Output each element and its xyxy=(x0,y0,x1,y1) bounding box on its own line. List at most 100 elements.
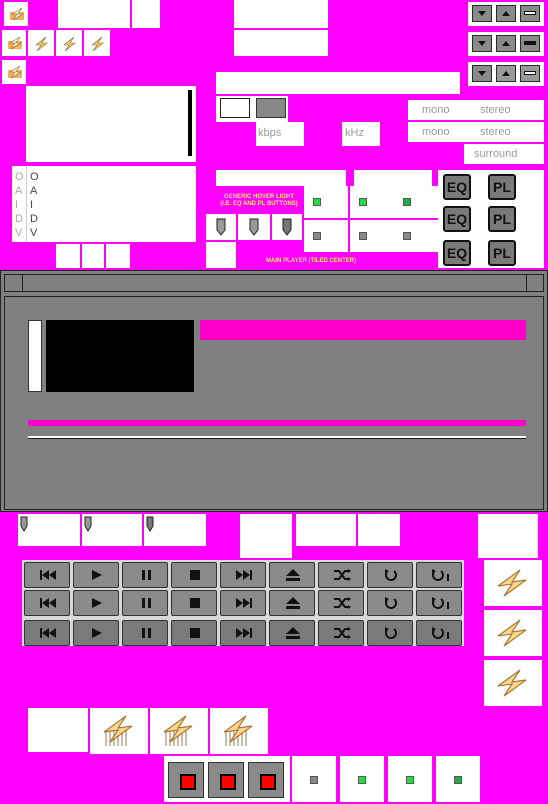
stereo-label-1: stereo xyxy=(480,104,511,116)
blank-box xyxy=(206,242,236,268)
pl-button[interactable]: PL xyxy=(488,174,516,200)
led-box xyxy=(388,756,432,802)
visualizer-preview xyxy=(26,86,196,162)
mono-label-1: mono xyxy=(422,104,450,116)
slider-thumb-icon[interactable] xyxy=(20,516,28,532)
shade-button[interactable] xyxy=(496,35,516,52)
shuffle-button[interactable] xyxy=(318,562,364,588)
status-indicator xyxy=(248,762,284,798)
prev-button[interactable] xyxy=(24,562,70,588)
mono-label-2: mono xyxy=(422,126,450,138)
clutterbar-option-v[interactable]: V xyxy=(15,226,24,240)
slider-thumb-icon[interactable] xyxy=(216,218,226,236)
winamp-lightning-icon xyxy=(10,7,25,21)
winamp-lightning-icon xyxy=(8,65,23,79)
shade-button[interactable] xyxy=(496,65,516,82)
play-button[interactable] xyxy=(73,590,119,616)
shuffle-button[interactable] xyxy=(318,620,364,646)
clutterbar-option-a[interactable]: A xyxy=(30,184,39,198)
shuffle-icon xyxy=(334,597,351,609)
repeat-icon xyxy=(385,627,397,639)
seek-line[interactable] xyxy=(28,436,526,439)
clutterbar-option-o[interactable]: O xyxy=(30,170,39,184)
repeat-one-button[interactable] xyxy=(416,620,462,646)
stop-icon xyxy=(190,570,200,580)
repeat-button[interactable] xyxy=(367,562,413,588)
pause-button[interactable] xyxy=(122,562,168,588)
close-button[interactable] xyxy=(520,35,540,52)
stop-icon xyxy=(190,598,200,608)
prev-button[interactable] xyxy=(24,590,70,616)
stereo-label-2: stereo xyxy=(480,126,511,138)
repeat-button[interactable] xyxy=(367,590,413,616)
eject-button[interactable] xyxy=(269,620,315,646)
stereo-indicator-on xyxy=(256,98,286,118)
eq-button[interactable]: EQ xyxy=(443,240,471,266)
pause-button[interactable] xyxy=(122,620,168,646)
minimize-button[interactable] xyxy=(472,5,492,22)
stop-button[interactable] xyxy=(171,620,217,646)
play-button[interactable] xyxy=(73,620,119,646)
led-box xyxy=(350,220,394,252)
clutterbar-option-i[interactable]: I xyxy=(15,198,24,212)
winamp-lightning-icon[interactable] xyxy=(494,566,530,600)
slider-thumb-icon[interactable] xyxy=(146,516,154,532)
close-button[interactable] xyxy=(520,65,540,82)
slider-thumb-icon[interactable] xyxy=(84,516,92,532)
position-bar-strip-2 xyxy=(354,170,432,186)
pause-button[interactable] xyxy=(122,590,168,616)
titlebar-right-divider xyxy=(526,274,527,292)
titlebar-piece-2 xyxy=(132,0,160,28)
minimize-button[interactable] xyxy=(472,35,492,52)
repeat-one-icon xyxy=(432,569,449,581)
eq-button[interactable]: EQ xyxy=(443,206,471,232)
play-button[interactable] xyxy=(73,562,119,588)
next-button[interactable] xyxy=(220,562,266,588)
winamp-lightning-icon[interactable] xyxy=(494,616,530,650)
led-box xyxy=(350,186,394,218)
titlebar-piece-3 xyxy=(234,0,328,28)
eject-button[interactable] xyxy=(269,590,315,616)
song-title-ticker[interactable] xyxy=(200,320,526,340)
status-indicator xyxy=(168,762,204,798)
stop-button[interactable] xyxy=(171,590,217,616)
prev-icon xyxy=(40,628,56,638)
pl-button[interactable]: PL xyxy=(488,206,516,232)
clutterbar-option-i[interactable]: I xyxy=(30,198,39,212)
position-bar-strip-1 xyxy=(216,170,346,186)
minimize-button[interactable] xyxy=(472,65,492,82)
next-button[interactable] xyxy=(220,590,266,616)
shuffle-button[interactable] xyxy=(318,590,364,616)
repeat-one-button[interactable] xyxy=(416,562,462,588)
repeat-one-icon xyxy=(432,627,449,639)
clutterbar-col-2: O A I D V xyxy=(30,170,39,240)
slider-thumb-icon[interactable] xyxy=(282,218,292,236)
titlebar-piece-4 xyxy=(234,30,328,56)
stop-button[interactable] xyxy=(171,562,217,588)
pause-icon xyxy=(142,570,151,580)
winamp-lightning-icon[interactable] xyxy=(494,666,530,700)
repeat-icon xyxy=(385,597,397,609)
clutterbar-option-d[interactable]: D xyxy=(15,212,24,226)
clutterbar-option-v[interactable]: V xyxy=(30,226,39,240)
play-icon xyxy=(92,628,102,638)
eject-button[interactable] xyxy=(269,562,315,588)
repeat-button[interactable] xyxy=(367,620,413,646)
prev-button[interactable] xyxy=(24,620,70,646)
clutterbar-option-a[interactable]: A xyxy=(15,184,24,198)
next-button[interactable] xyxy=(220,620,266,646)
hover-caption: GENERIC HOVER LIGHT (I.E. EQ AND PL BUTT… xyxy=(214,194,304,208)
clutterbar-option-o[interactable]: O xyxy=(15,170,24,184)
repeat-one-button[interactable] xyxy=(416,590,462,616)
slider-thumb-icon[interactable] xyxy=(249,218,259,236)
led-box xyxy=(304,220,348,252)
pl-button[interactable]: PL xyxy=(488,240,516,266)
main-player-titlebar xyxy=(4,274,544,292)
clutterbar-option-d[interactable]: D xyxy=(30,212,39,226)
close-button[interactable] xyxy=(520,5,540,22)
volume-slider[interactable] xyxy=(28,320,42,392)
hover-caption-line-1: GENERIC HOVER LIGHT xyxy=(223,194,294,200)
shade-button[interactable] xyxy=(496,5,516,22)
eq-button[interactable]: EQ xyxy=(443,174,471,200)
shuffle-icon xyxy=(334,627,351,639)
